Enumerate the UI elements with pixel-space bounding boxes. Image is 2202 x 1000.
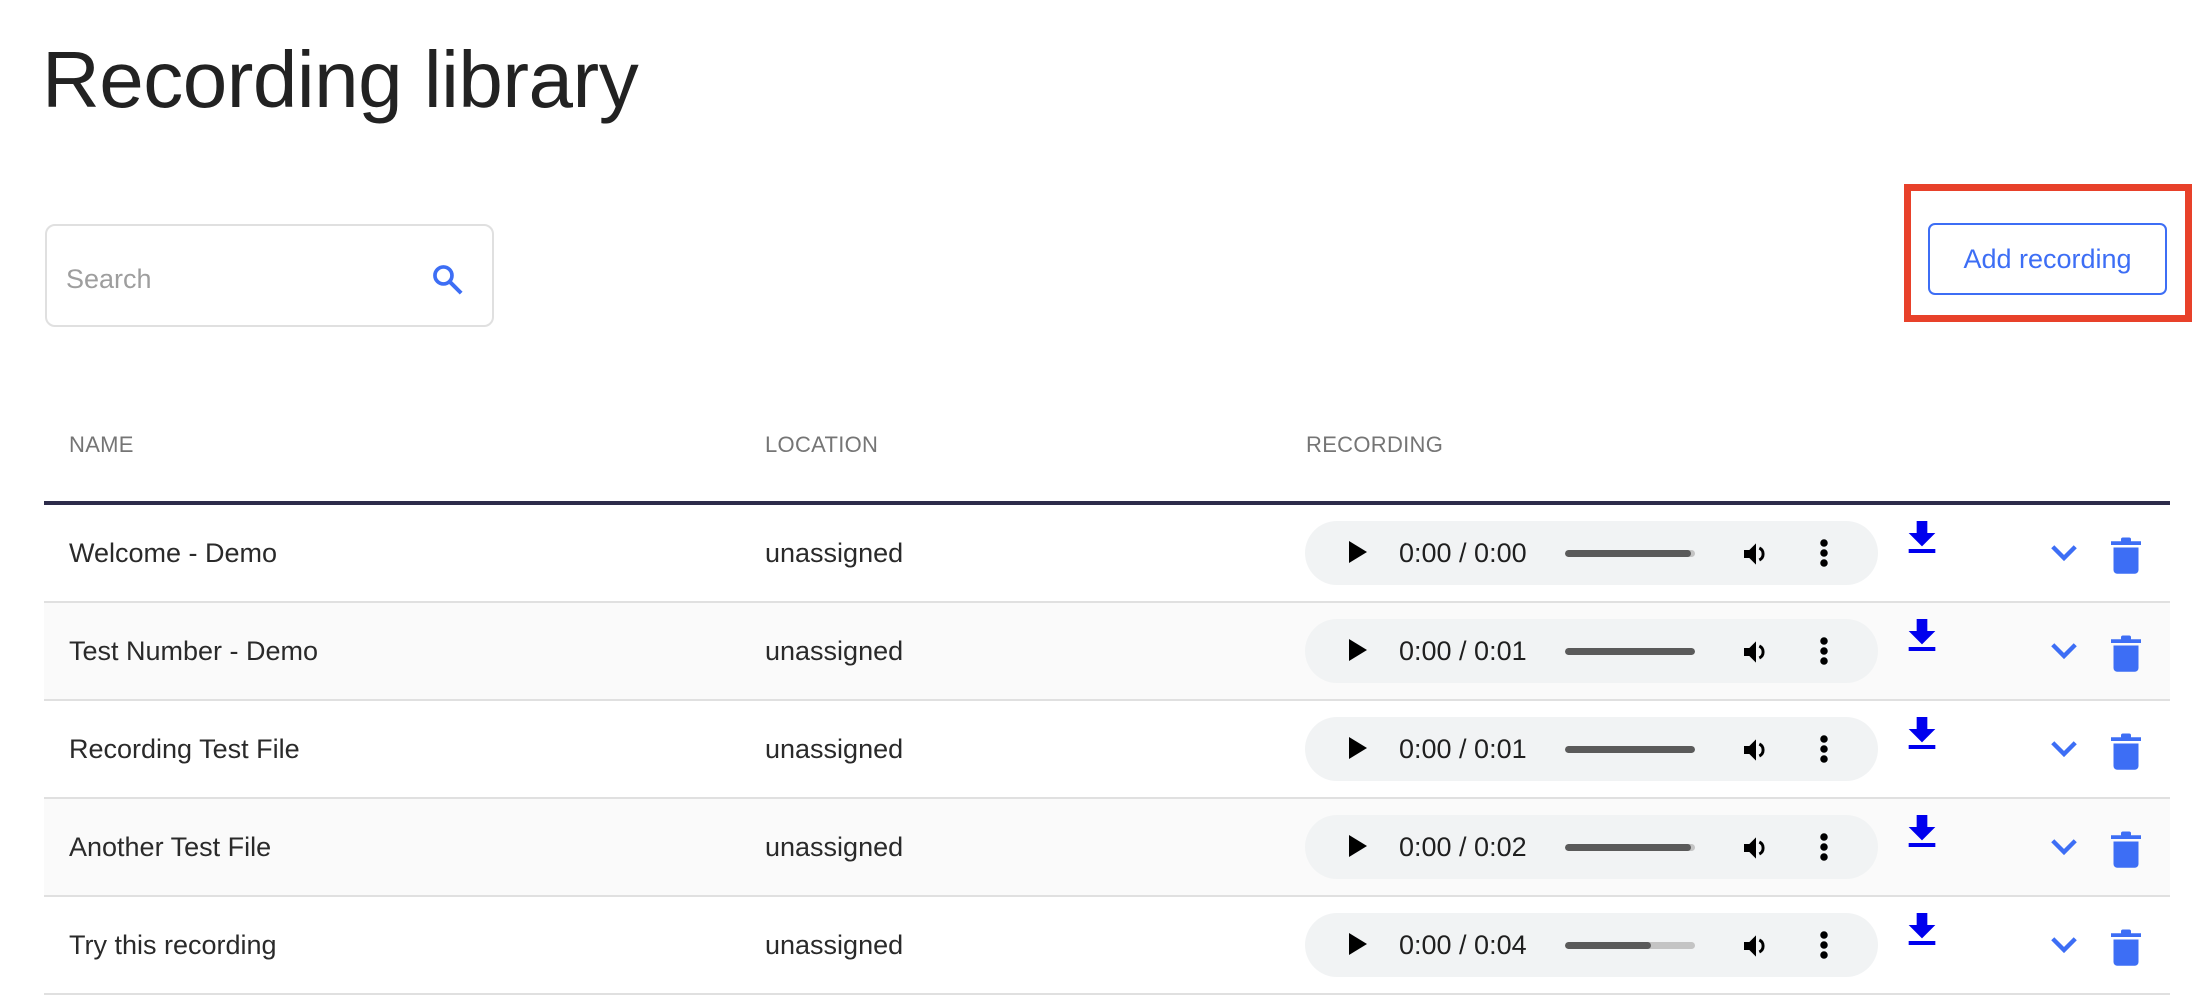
playback-time: 0:00 / 0:01 — [1399, 636, 1527, 666]
table-row: Test Number - Demo unassigned 0:00 / 0:0… — [44, 603, 2170, 701]
play-icon[interactable] — [1349, 541, 1367, 563]
playback-slider[interactable] — [1565, 746, 1695, 753]
playback-slider[interactable] — [1565, 942, 1695, 949]
table-row: Try this recording unassigned 0:00 / 0:0… — [44, 897, 2170, 995]
playback-buffer-fill — [1565, 550, 1692, 557]
volume-icon[interactable] — [1739, 538, 1773, 570]
audio-player: 0:00 / 0:00 — [1305, 521, 1878, 585]
play-icon[interactable] — [1349, 737, 1367, 759]
more-options-icon[interactable] — [1819, 733, 1829, 765]
add-recording-button[interactable]: Add recording — [1928, 223, 2167, 295]
download-icon[interactable] — [1906, 813, 1938, 849]
audio-player: 0:00 / 0:02 — [1305, 815, 1878, 879]
playback-buffer-fill — [1565, 746, 1695, 753]
recording-name: Test Number - Demo — [69, 635, 319, 666]
audio-player: 0:00 / 0:01 — [1305, 619, 1878, 683]
download-icon[interactable] — [1906, 911, 1938, 947]
playback-buffer-fill — [1565, 648, 1695, 655]
audio-player: 0:00 / 0:04 — [1305, 913, 1878, 977]
column-header-location: LOCATION — [765, 432, 879, 457]
table-header: NAME LOCATION RECORDING — [44, 400, 2170, 505]
download-icon[interactable] — [1906, 617, 1938, 653]
volume-icon[interactable] — [1739, 930, 1773, 962]
table-row: Recording Test File unassigned 0:00 / 0:… — [44, 701, 2170, 799]
volume-icon[interactable] — [1739, 734, 1773, 766]
trash-icon[interactable] — [2111, 927, 2141, 967]
page-title: Recording library — [42, 35, 639, 124]
table-body: Welcome - Demo unassigned 0:00 / 0:00 Te… — [44, 505, 2170, 995]
more-options-icon[interactable] — [1819, 831, 1829, 863]
volume-icon[interactable] — [1739, 636, 1773, 668]
playback-slider[interactable] — [1565, 648, 1695, 655]
download-icon[interactable] — [1906, 715, 1938, 751]
play-icon[interactable] — [1349, 639, 1367, 661]
recording-location: unassigned — [765, 831, 904, 862]
chevron-down-icon[interactable] — [2049, 543, 2079, 563]
playback-time: 0:00 / 0:02 — [1399, 832, 1527, 862]
chevron-down-icon[interactable] — [2049, 641, 2079, 661]
trash-icon[interactable] — [2111, 829, 2141, 869]
column-header-name: NAME — [69, 432, 134, 457]
recording-location: unassigned — [765, 537, 904, 568]
chevron-down-icon[interactable] — [2049, 837, 2079, 857]
download-icon[interactable] — [1906, 519, 1938, 555]
search-input[interactable] — [66, 250, 396, 301]
chevron-down-icon[interactable] — [2049, 739, 2079, 759]
recording-location: unassigned — [765, 635, 904, 666]
playback-time: 0:00 / 0:01 — [1399, 734, 1527, 764]
more-options-icon[interactable] — [1819, 929, 1829, 961]
playback-slider[interactable] — [1565, 550, 1695, 557]
recording-name: Another Test File — [69, 831, 272, 862]
recording-name: Try this recording — [69, 929, 277, 960]
play-icon[interactable] — [1349, 933, 1367, 955]
recording-location: unassigned — [765, 733, 904, 764]
playback-time: 0:00 / 0:00 — [1399, 538, 1527, 568]
playback-buffer-fill — [1565, 942, 1651, 949]
recording-name: Welcome - Demo — [69, 537, 278, 568]
volume-icon[interactable] — [1739, 832, 1773, 864]
trash-icon[interactable] — [2111, 633, 2141, 673]
recording-location: unassigned — [765, 929, 904, 960]
play-icon[interactable] — [1349, 835, 1367, 857]
more-options-icon[interactable] — [1819, 635, 1829, 667]
more-options-icon[interactable] — [1819, 537, 1829, 569]
search-icon[interactable] — [430, 262, 464, 296]
audio-player: 0:00 / 0:01 — [1305, 717, 1878, 781]
trash-icon[interactable] — [2111, 535, 2141, 575]
recordings-table: NAME LOCATION RECORDING Welcome - Demo u… — [44, 400, 2170, 995]
trash-icon[interactable] — [2111, 731, 2141, 771]
recording-library-page: Recording library Add recording NAME LOC… — [0, 0, 2202, 1000]
playback-buffer-fill — [1565, 844, 1692, 851]
table-row: Another Test File unassigned 0:00 / 0:02 — [44, 799, 2170, 897]
table-row: Welcome - Demo unassigned 0:00 / 0:00 — [44, 505, 2170, 603]
playback-slider[interactable] — [1565, 844, 1695, 851]
recording-name: Recording Test File — [69, 733, 300, 764]
search-box — [45, 224, 494, 327]
playback-time: 0:00 / 0:04 — [1399, 930, 1527, 960]
column-header-recording: RECORDING — [1306, 432, 1444, 457]
chevron-down-icon[interactable] — [2049, 935, 2079, 955]
